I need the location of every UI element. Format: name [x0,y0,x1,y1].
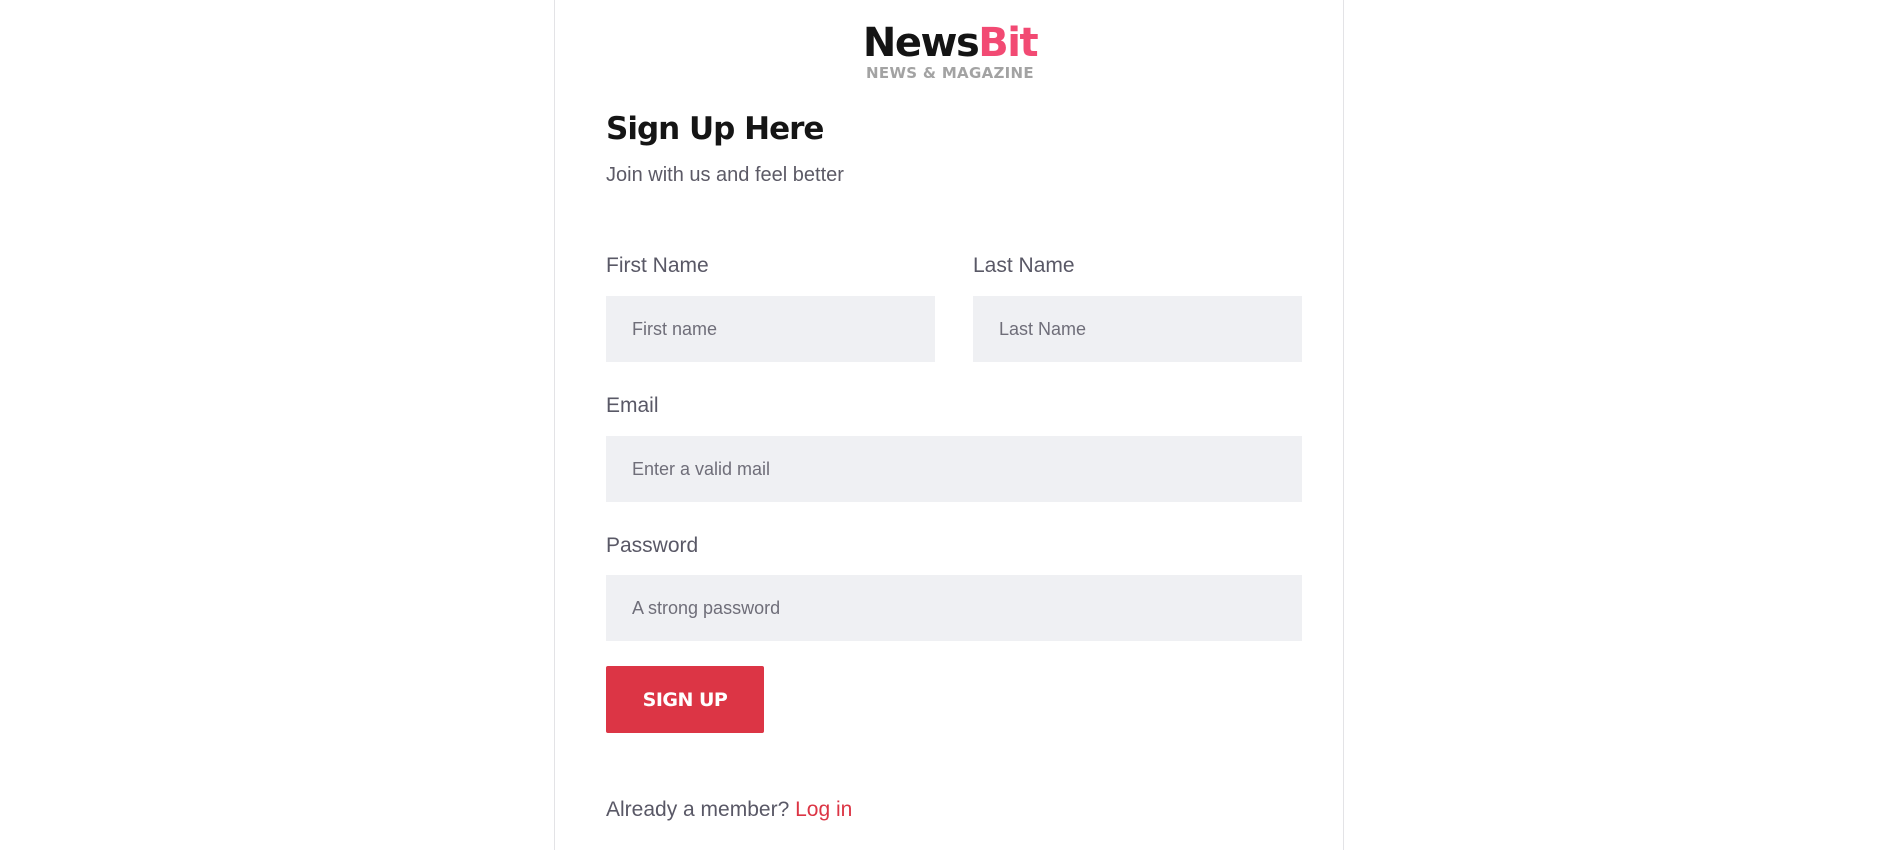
password-label: Password [606,534,699,557]
last-name-input[interactable] [973,296,1302,362]
email-label: Email [606,394,659,417]
first-name-input[interactable] [606,296,935,362]
email-input[interactable] [606,436,1302,502]
page-title: Sign Up Here [606,111,824,147]
signup-card: NewsBit NEWS & MAGAZINE Sign Up Here Joi… [554,0,1344,850]
logo-tagline: NEWS & MAGAZINE [866,64,1034,82]
password-input[interactable] [606,575,1302,641]
login-prompt-text: Already a member? [606,798,790,821]
logo-bit-text: Bit [978,20,1038,66]
logo-news-text: News [862,20,980,66]
page-subtitle: Join with us and feel better [606,164,844,186]
login-link[interactable]: Log in [795,798,852,821]
sign-up-button[interactable]: SIGN UP [606,666,764,733]
login-prompt: Already a member? Log in [606,795,852,825]
newsbit-logo[interactable]: NewsBit NEWS & MAGAZINE [861,20,1039,86]
logo-wordmark: NewsBit [861,20,1039,66]
last-name-label: Last Name [973,254,1075,277]
first-name-label: First Name [606,254,709,277]
